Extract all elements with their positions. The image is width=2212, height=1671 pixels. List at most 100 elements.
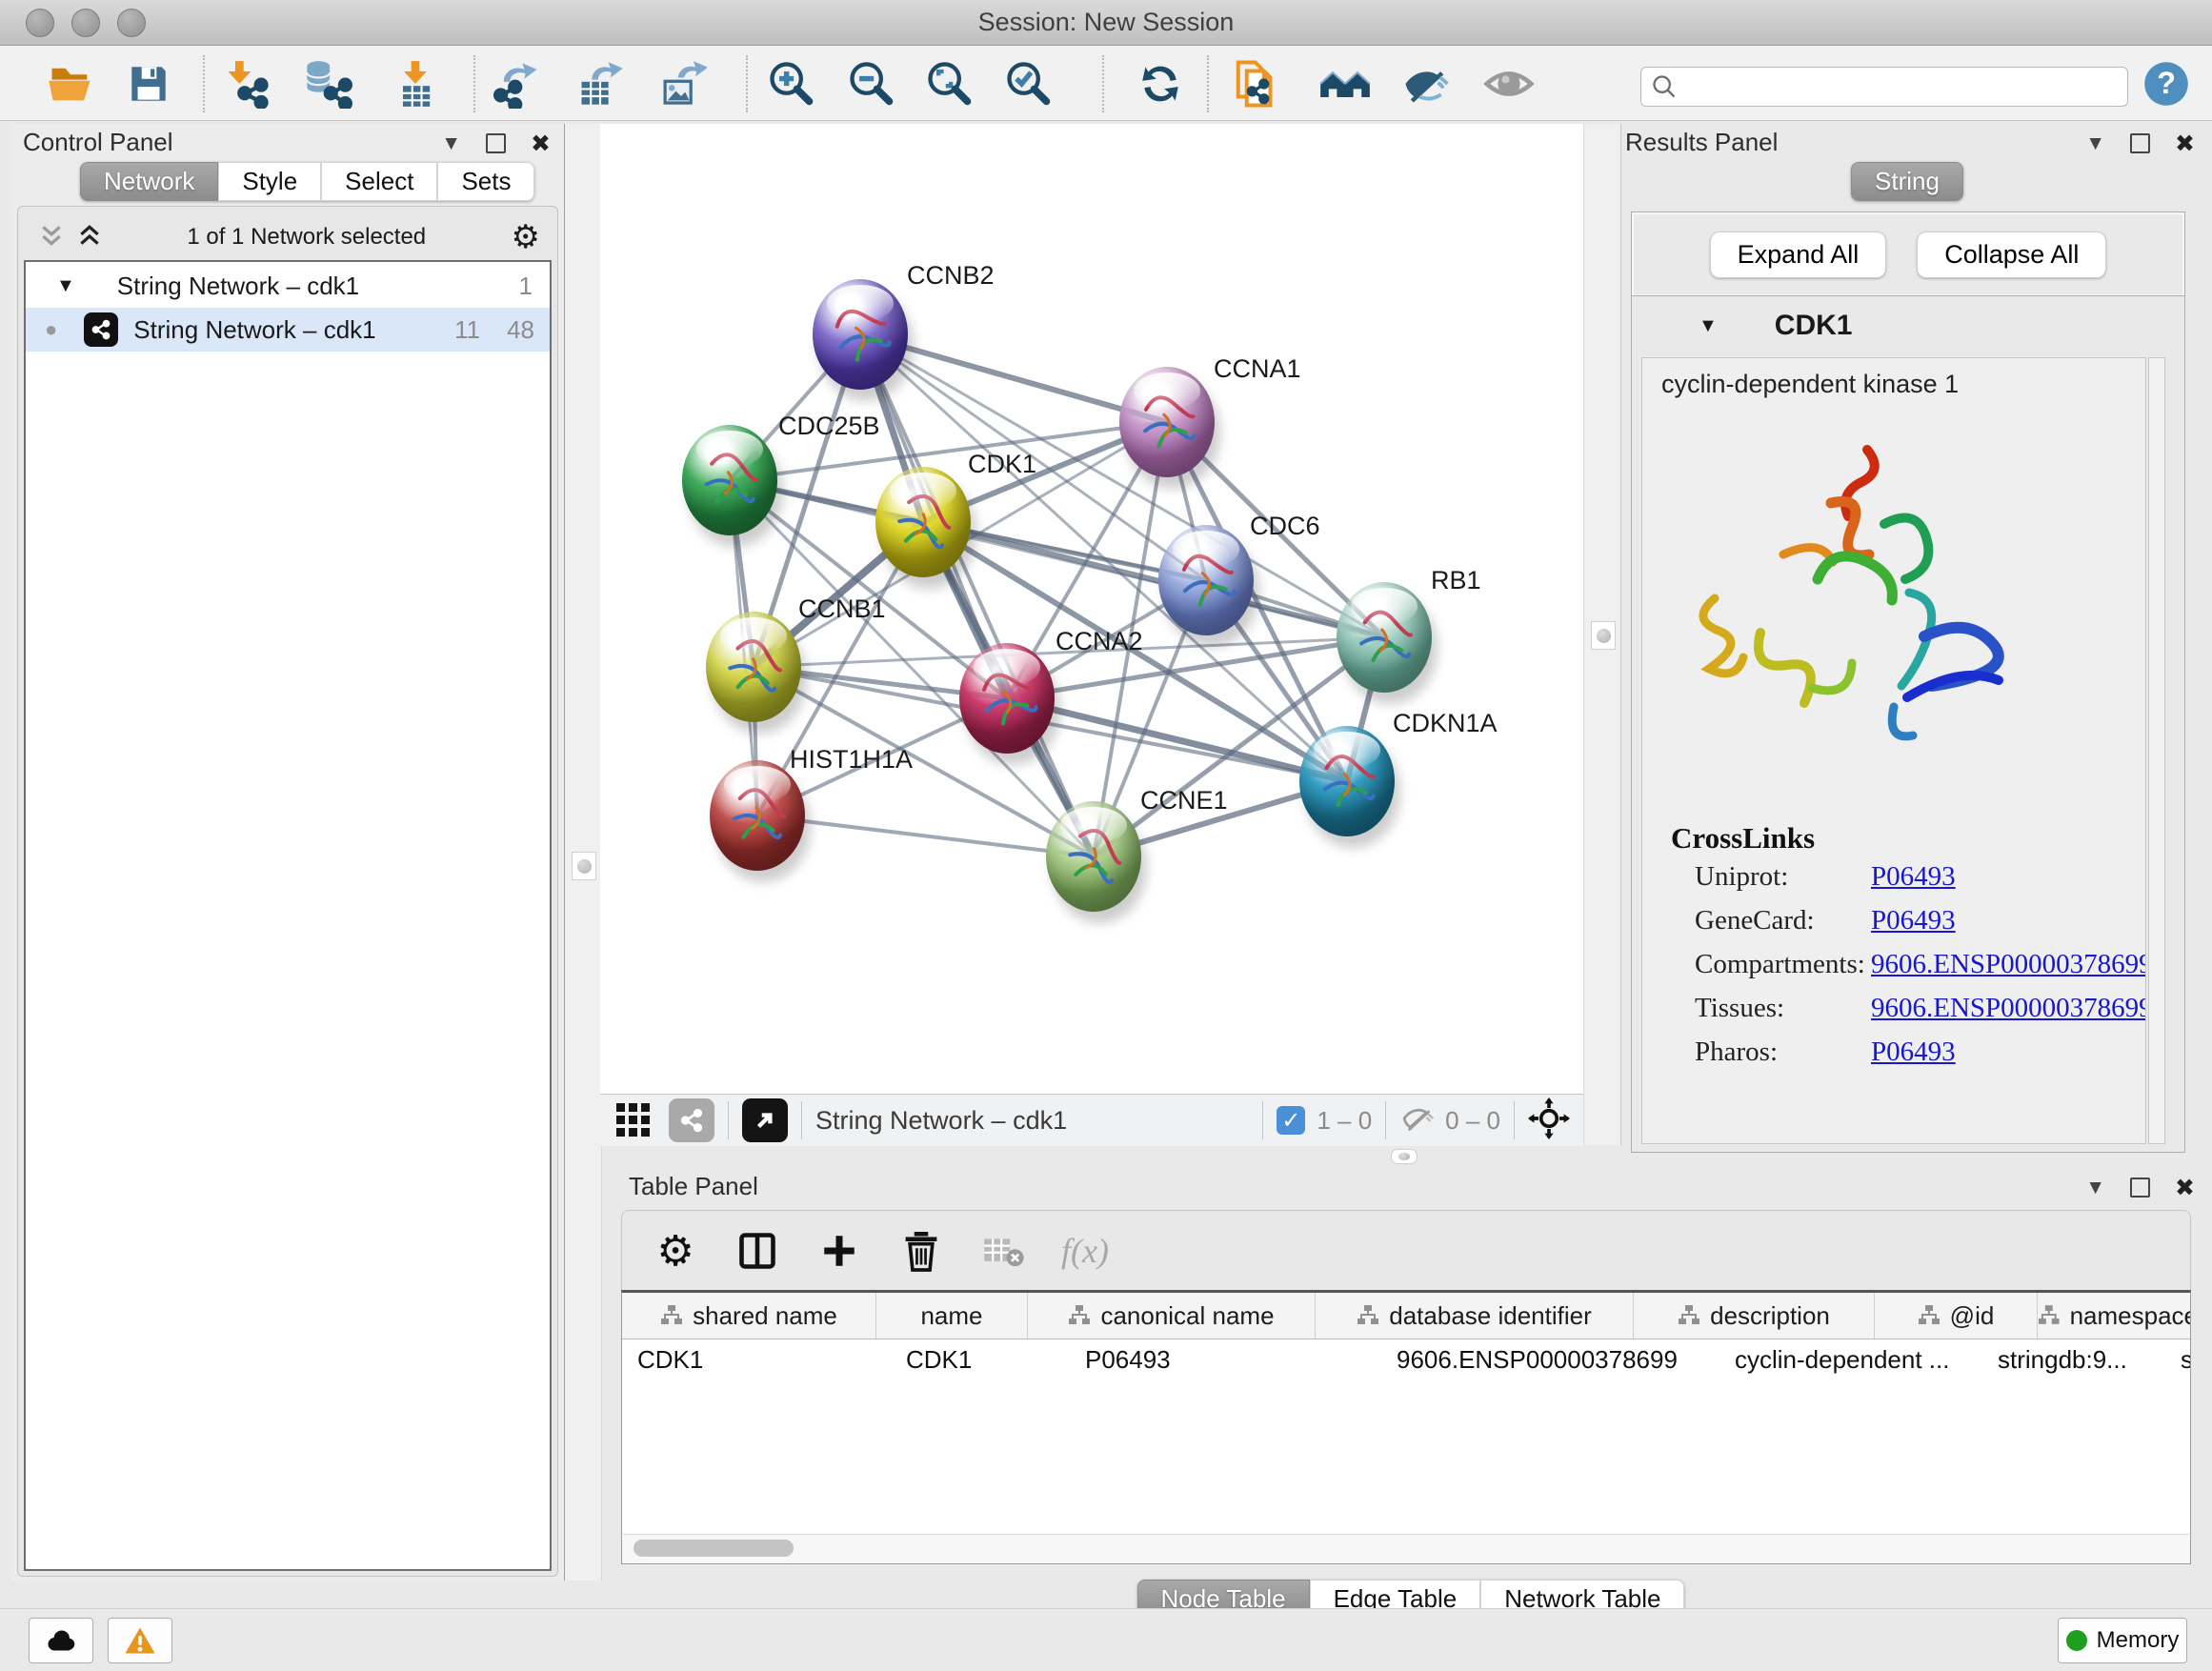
- column-header-id[interactable]: @id: [1875, 1293, 2038, 1339]
- network-node-CCNA2[interactable]: [959, 643, 1055, 754]
- zoom-fit-button[interactable]: [922, 57, 975, 111]
- open-birdseye-icon[interactable]: [742, 1098, 788, 1142]
- hidden-eye-icon[interactable]: [1399, 1102, 1436, 1139]
- close-panel-icon[interactable]: ✖: [2175, 130, 2195, 157]
- search-input[interactable]: [1685, 72, 2118, 101]
- gene-section-header[interactable]: ▼ CDK1: [1634, 298, 2182, 353]
- home-pages-button[interactable]: [1318, 57, 1372, 111]
- collapse-all-button[interactable]: Collapse All: [1917, 232, 2106, 278]
- delete-table-icon[interactable]: [978, 1234, 1028, 1268]
- memory-button[interactable]: Memory: [2058, 1618, 2187, 1663]
- tab-network[interactable]: Network: [80, 162, 218, 201]
- string-document-button[interactable]: [1231, 57, 1284, 111]
- left-splitter[interactable]: [564, 124, 602, 1580]
- cell-id[interactable]: stringdb:9...: [1975, 1339, 2160, 1380]
- expand-all-networks-icon[interactable]: [77, 223, 102, 252]
- close-panel-icon[interactable]: ✖: [531, 130, 551, 157]
- import-network-file-button[interactable]: [221, 57, 274, 111]
- cell-canonical-name[interactable]: P06493: [1056, 1339, 1372, 1380]
- show-graphics-details-button[interactable]: [1400, 57, 1454, 111]
- save-session-button[interactable]: [122, 57, 175, 111]
- share-network-icon[interactable]: [669, 1098, 714, 1142]
- pharos-link[interactable]: P06493: [1871, 1037, 1956, 1067]
- column-header-canonical-name[interactable]: canonical name: [1028, 1293, 1316, 1339]
- selected-nodes-checkbox[interactable]: ✓: [1277, 1106, 1305, 1135]
- cell-namespace[interactable]: stringdb: [2160, 1339, 2191, 1380]
- gene-expander-icon[interactable]: ▼: [1699, 315, 1718, 337]
- tissues-link[interactable]: 9606.ENSP00000378699: [1871, 993, 2146, 1023]
- create-column-icon[interactable]: [814, 1231, 864, 1271]
- cell-name[interactable]: CDK1: [891, 1339, 1056, 1380]
- zoom-selected-button[interactable]: [1001, 57, 1055, 111]
- table-options-gear-icon[interactable]: ⚙: [651, 1227, 700, 1276]
- column-header-namespace[interactable]: namespace: [2038, 1293, 2191, 1339]
- column-header-name[interactable]: name: [876, 1293, 1028, 1339]
- network-node-CCNB2[interactable]: [813, 279, 908, 390]
- search-box[interactable]: [1640, 67, 2128, 107]
- network-collection-row[interactable]: ▼ String Network – cdk1 1: [26, 264, 550, 308]
- delete-column-icon[interactable]: [896, 1230, 946, 1272]
- float-panel-icon[interactable]: [2130, 1178, 2150, 1198]
- column-header-database-identifier[interactable]: database identifier: [1316, 1293, 1634, 1339]
- network-node-CCNE1[interactable]: [1046, 801, 1141, 912]
- export-image-button[interactable]: [655, 57, 709, 111]
- collapse-panel-icon[interactable]: ▼: [2085, 132, 2105, 155]
- zoom-out-button[interactable]: [844, 57, 897, 111]
- network-node-CCNB1[interactable]: [706, 612, 801, 722]
- collapse-all-networks-icon[interactable]: [39, 223, 64, 252]
- network-edge-HIST1H1A-CCNE1[interactable]: [757, 815, 1094, 856]
- collection-expander-icon[interactable]: ▼: [56, 275, 75, 297]
- network-node-HIST1H1A[interactable]: [710, 760, 805, 871]
- network-node-RB1[interactable]: [1337, 582, 1432, 693]
- refresh-button[interactable]: [1134, 57, 1187, 111]
- network-edge-CCNB2-CCNE1[interactable]: [860, 334, 1094, 856]
- tab-select[interactable]: Select: [321, 162, 437, 201]
- function-builder-icon[interactable]: f(x): [1060, 1231, 1110, 1271]
- export-network-button[interactable]: [492, 57, 545, 111]
- bird-view-button[interactable]: [1482, 57, 1536, 111]
- cell-database-identifier[interactable]: 9606.ENSP00000378699: [1372, 1339, 1714, 1380]
- uniprot-link[interactable]: P06493: [1871, 861, 1956, 892]
- zoom-in-button[interactable]: [764, 57, 817, 111]
- network-node-CDKN1A[interactable]: [1299, 726, 1395, 836]
- column-header-shared-name[interactable]: shared name: [622, 1293, 876, 1339]
- left-splitter-handle[interactable]: [572, 852, 596, 880]
- column-header-description[interactable]: description: [1634, 1293, 1875, 1339]
- scrollbar-thumb[interactable]: [633, 1540, 794, 1557]
- results-scrollbar[interactable]: [2148, 357, 2165, 1144]
- network-node-CDC25B[interactable]: [682, 425, 777, 535]
- collapse-panel-icon[interactable]: ▼: [2085, 1177, 2105, 1199]
- network-canvas[interactable]: CCNB2CCNA1CDC25BCDK1CDC6RB1CCNB1CCNA2CDK…: [600, 124, 1583, 1094]
- collapse-panel-icon[interactable]: ▼: [441, 132, 461, 155]
- tab-sets[interactable]: Sets: [437, 162, 534, 201]
- table-horizontal-scrollbar[interactable]: [621, 1534, 2191, 1564]
- warnings-button[interactable]: [108, 1618, 172, 1663]
- float-panel-icon[interactable]: [2130, 133, 2150, 153]
- table-splitter-handle[interactable]: [1391, 1149, 1418, 1164]
- network-node-CCNA1[interactable]: [1119, 367, 1215, 477]
- open-session-button[interactable]: [44, 57, 97, 111]
- network-row-selected[interactable]: ● String Network – cdk1 11 48: [26, 308, 550, 352]
- show-grid-icon[interactable]: [610, 1098, 657, 1142]
- tab-string[interactable]: String: [1851, 162, 1963, 201]
- tab-style[interactable]: Style: [218, 162, 321, 201]
- expand-all-button[interactable]: Expand All: [1710, 232, 1887, 278]
- genecard-link[interactable]: P06493: [1871, 905, 1956, 936]
- compartments-link[interactable]: 9606.ENSP00000378699: [1871, 949, 2146, 979]
- show-columns-icon[interactable]: [733, 1230, 782, 1272]
- help-button[interactable]: ?: [2140, 57, 2193, 111]
- network-node-CDK1[interactable]: [875, 467, 971, 577]
- import-network-database-button[interactable]: [301, 57, 354, 111]
- import-table-file-button[interactable]: [389, 57, 442, 111]
- export-table-button[interactable]: [573, 57, 627, 111]
- right-splitter[interactable]: [1583, 124, 1621, 1145]
- right-splitter-handle[interactable]: [1591, 621, 1616, 650]
- cell-shared-name[interactable]: CDK1: [622, 1339, 891, 1380]
- cloud-status-button[interactable]: [29, 1618, 93, 1663]
- network-node-CDC6[interactable]: [1158, 525, 1254, 635]
- float-panel-icon[interactable]: [486, 133, 506, 153]
- table-row[interactable]: CDK1 CDK1 P06493 9606.ENSP00000378699 cy…: [622, 1339, 2190, 1380]
- network-options-gear-icon[interactable]: ⚙: [512, 218, 540, 256]
- cell-description[interactable]: cyclin-dependent ...: [1714, 1339, 1975, 1380]
- close-panel-icon[interactable]: ✖: [2175, 1174, 2195, 1201]
